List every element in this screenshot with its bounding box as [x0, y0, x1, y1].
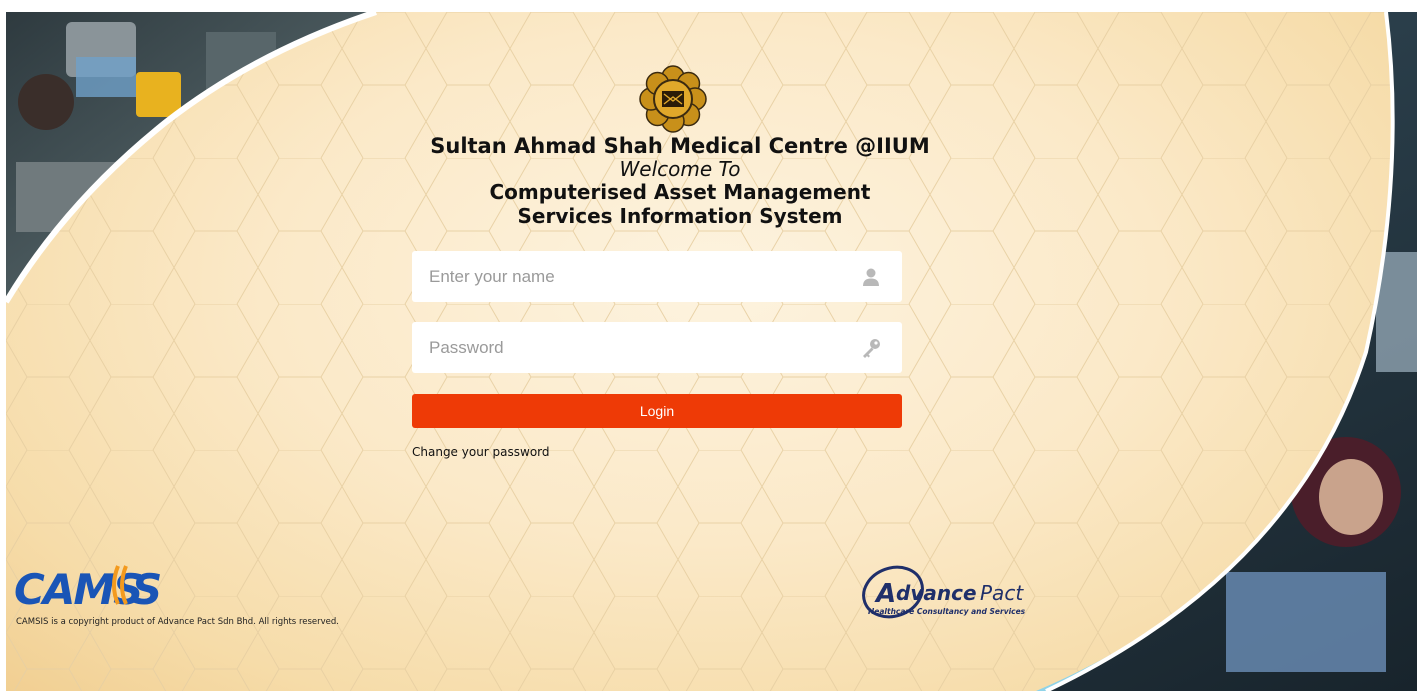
password-input[interactable] [412, 322, 849, 373]
camsis-logo-graphic: CAMS S [14, 565, 162, 614]
iium-emblem-logo [639, 65, 707, 133]
svg-text:A: A [874, 579, 896, 609]
password-field[interactable] [412, 322, 902, 373]
system-name-line1: Computerised Asset Management [489, 180, 871, 204]
login-background: Sultan Ahmad Shah Medical Centre @IIUM W… [6, 12, 1417, 691]
login-button[interactable]: Login [412, 394, 902, 428]
welcome-text: Welcome To [619, 157, 741, 181]
organization-name: Sultan Ahmad Shah Medical Centre @IIUM [430, 134, 930, 158]
camsis-logo: CAMS S [14, 560, 184, 614]
system-name-line2: Services Information System [517, 204, 843, 228]
key-icon [863, 339, 880, 358]
copyright-text: CAMSIS is a copyright product of Advance… [16, 617, 339, 627]
svg-text:Pact: Pact [980, 581, 1024, 605]
svg-text:S: S [132, 565, 162, 612]
advancepact-logo: A dvance Pact Healthcare Consultancy and… [862, 565, 1026, 619]
username-input[interactable] [412, 251, 849, 302]
page-title: Sultan Ahmad Shah Medical Centre @IIUM W… [380, 134, 980, 228]
user-icon [863, 268, 879, 286]
change-password-link[interactable]: Change your password [412, 445, 550, 459]
svg-text:dvance: dvance [896, 581, 977, 605]
username-field[interactable] [412, 251, 902, 302]
svg-text:Healthcare Consultancy and Ser: Healthcare Consultancy and Services [868, 607, 1026, 616]
